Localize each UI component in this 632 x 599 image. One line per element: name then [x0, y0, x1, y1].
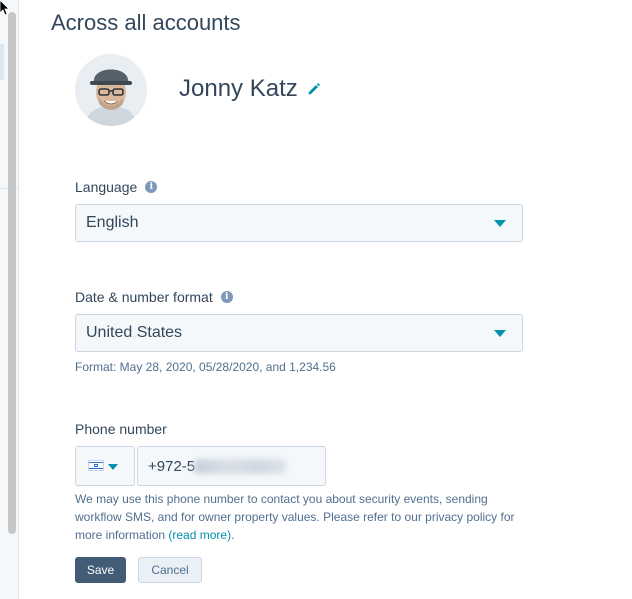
date-format-select-value: United States	[86, 324, 183, 341]
left-sidebar-rail	[0, 0, 19, 599]
format-hint: Format: May 28, 2020, 05/28/2020, and 1,…	[75, 360, 336, 374]
chevron-down-icon	[494, 330, 506, 337]
save-button[interactable]: Save	[75, 557, 126, 583]
sidebar-active-indicator	[0, 44, 4, 80]
scrollbar[interactable]	[8, 12, 16, 534]
israel-flag-icon	[88, 460, 104, 471]
phone-disclaimer: We may use this phone number to contact …	[75, 492, 515, 542]
date-format-label: Date & number format i	[75, 289, 233, 305]
info-icon[interactable]: i	[145, 181, 158, 193]
mouse-cursor-icon	[0, 0, 10, 16]
phone-redacted	[194, 459, 286, 474]
user-name: Jonny Katz	[179, 75, 298, 102]
phone-input[interactable]: +972-5	[137, 446, 326, 486]
country-code-select[interactable]	[75, 446, 135, 486]
language-select-value: English	[86, 214, 139, 231]
language-label: Language i	[75, 179, 158, 195]
phone-label: Phone number	[75, 421, 167, 437]
read-more-link[interactable]: (read more)	[168, 528, 231, 542]
pencil-icon[interactable]	[307, 82, 321, 96]
date-format-select[interactable]: United States	[75, 314, 523, 352]
language-select[interactable]: English	[75, 204, 523, 242]
section-title: Across all accounts	[51, 10, 241, 35]
cancel-button[interactable]: Cancel	[138, 557, 202, 583]
avatar	[75, 54, 147, 126]
chevron-down-icon	[494, 220, 506, 227]
phone-value: +972-5	[148, 458, 196, 475]
chevron-down-icon	[108, 464, 118, 470]
user-photo-icon	[75, 54, 147, 126]
info-icon[interactable]: i	[220, 291, 233, 303]
